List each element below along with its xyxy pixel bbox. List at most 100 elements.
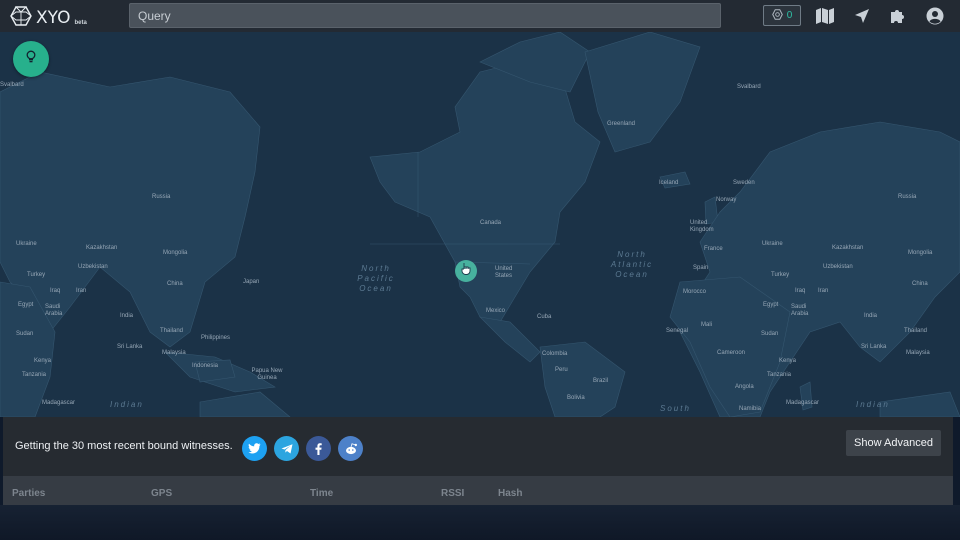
top-navbar: XYO beta 0 <box>0 0 960 32</box>
puzzle-icon[interactable] <box>887 5 909 27</box>
map-label: Malaysia <box>906 350 930 356</box>
map-label: India <box>864 313 878 319</box>
map-label: Egypt <box>18 302 34 308</box>
map-label: Mali <box>701 322 713 328</box>
map-label: Egypt <box>763 302 779 308</box>
map-label: Svalbard <box>737 84 761 90</box>
query-input[interactable] <box>129 3 721 28</box>
map-label: Cuba <box>537 314 552 320</box>
lightbulb-button[interactable] <box>13 41 49 77</box>
map-label: Iran <box>818 288 829 294</box>
map-label: Sudan <box>761 331 779 337</box>
map-label: Indonesia <box>192 363 219 369</box>
beta-badge: beta <box>74 19 87 26</box>
lightbulb-icon <box>25 50 37 69</box>
logo[interactable]: XYO beta <box>10 6 87 31</box>
map-label: Iraq <box>50 288 61 294</box>
map-label: Uzbekistan <box>823 264 853 270</box>
location-arrow-icon[interactable] <box>851 5 873 27</box>
map-label: Senegal <box>666 328 689 334</box>
map-label: China <box>912 281 928 287</box>
map-label: Cameroon <box>717 350 746 356</box>
column-header-parties[interactable]: Parties <box>12 488 45 499</box>
map-label: Spain <box>693 265 709 271</box>
logo-wordmark: XYO <box>36 8 71 28</box>
map-label: Sri Lanka <box>117 344 143 350</box>
map-label: Kenya <box>34 358 52 364</box>
column-header-rssi[interactable]: RSSI <box>441 488 464 499</box>
map-label: United Kingdom <box>690 220 714 233</box>
map-label: Kenya <box>779 358 797 364</box>
map-label: France <box>704 246 723 252</box>
status-text: Getting the 30 most recent bound witness… <box>15 440 233 452</box>
map-label: Sri Lanka <box>861 344 887 350</box>
map-label: Turkey <box>27 272 46 278</box>
ocean-label: North Pacific Ocean <box>357 264 395 293</box>
map-label: Uzbekistan <box>78 264 108 270</box>
map-label: Peru <box>555 367 568 373</box>
network-status-badge[interactable]: 0 <box>763 5 801 26</box>
map-label: Bolivia <box>567 395 585 401</box>
map-label: Svalbard <box>0 82 24 88</box>
map-label: Papua New Guinea <box>251 368 283 381</box>
map-label: Tanzania <box>22 372 47 378</box>
map-label: Namibia <box>739 406 762 412</box>
witness-marker[interactable] <box>455 260 477 282</box>
map-label: Tanzania <box>767 372 792 378</box>
map-label: Ukraine <box>16 241 37 247</box>
user-account-icon[interactable] <box>924 5 946 27</box>
map-label: Iraq <box>795 288 806 294</box>
map-label: Colombia <box>542 351 568 357</box>
map-label: Thailand <box>904 328 928 334</box>
map-label: Saudi Arabia <box>791 304 809 317</box>
map-label: Iceland <box>659 180 679 186</box>
map-label: Greenland <box>607 121 636 127</box>
map-label: Russia <box>152 194 171 200</box>
status-panel: Getting the 30 most recent bound witness… <box>3 417 953 476</box>
map-label: Malaysia <box>162 350 186 356</box>
telegram-icon[interactable] <box>274 436 299 461</box>
map-label: Sudan <box>16 331 34 337</box>
map-label: Turkey <box>771 272 790 278</box>
map-label: Mongolia <box>163 250 188 256</box>
ocean-label: South <box>660 404 691 413</box>
map-label: Japan <box>243 279 260 285</box>
page-background <box>0 505 960 540</box>
network-icon <box>771 7 783 25</box>
map-label: Norway <box>716 197 737 203</box>
column-header-hash[interactable]: Hash <box>498 488 522 499</box>
map-label: India <box>120 313 134 319</box>
column-header-gps[interactable]: GPS <box>151 488 172 499</box>
map-label: Kazakhstan <box>832 245 864 251</box>
witness-table-header: Parties GPS Time RSSI Hash <box>3 476 953 505</box>
ocean-label: North Atlantic Ocean <box>610 250 654 279</box>
map-label: Thailand <box>160 328 184 334</box>
world-map[interactable]: Svalbard Svalbard Greenland Iceland Swed… <box>0 32 960 417</box>
map-label: Mongolia <box>908 250 933 256</box>
map-label: Mexico <box>486 308 506 314</box>
map-label: Angola <box>735 384 754 390</box>
map-label: Canada <box>480 220 502 226</box>
twitter-icon[interactable] <box>242 436 267 461</box>
hand-pointer-icon <box>460 262 472 280</box>
facebook-icon[interactable] <box>306 436 331 461</box>
map-label: China <box>167 281 183 287</box>
reddit-icon[interactable] <box>338 436 363 461</box>
map-label: Ukraine <box>762 241 783 247</box>
column-header-time[interactable]: Time <box>310 488 333 499</box>
show-advanced-button[interactable]: Show Advanced <box>846 430 941 456</box>
map-label: Kazakhstan <box>86 245 118 251</box>
map-label: Saudi Arabia <box>45 304 63 317</box>
badge-count: 0 <box>786 10 793 21</box>
hexagon-logo-icon <box>10 6 32 31</box>
map-label: Brazil <box>593 378 609 384</box>
map-icon[interactable] <box>814 5 836 27</box>
ocean-label: Indian <box>856 400 890 409</box>
map-label: Madagascar <box>786 400 820 406</box>
map-label: Morocco <box>683 289 707 295</box>
map-label: Russia <box>898 194 917 200</box>
map-label: Sweden <box>733 180 755 186</box>
map-label: Philippines <box>201 335 231 341</box>
ocean-label: Indian <box>110 400 144 409</box>
map-label: Madagascar <box>42 400 76 406</box>
